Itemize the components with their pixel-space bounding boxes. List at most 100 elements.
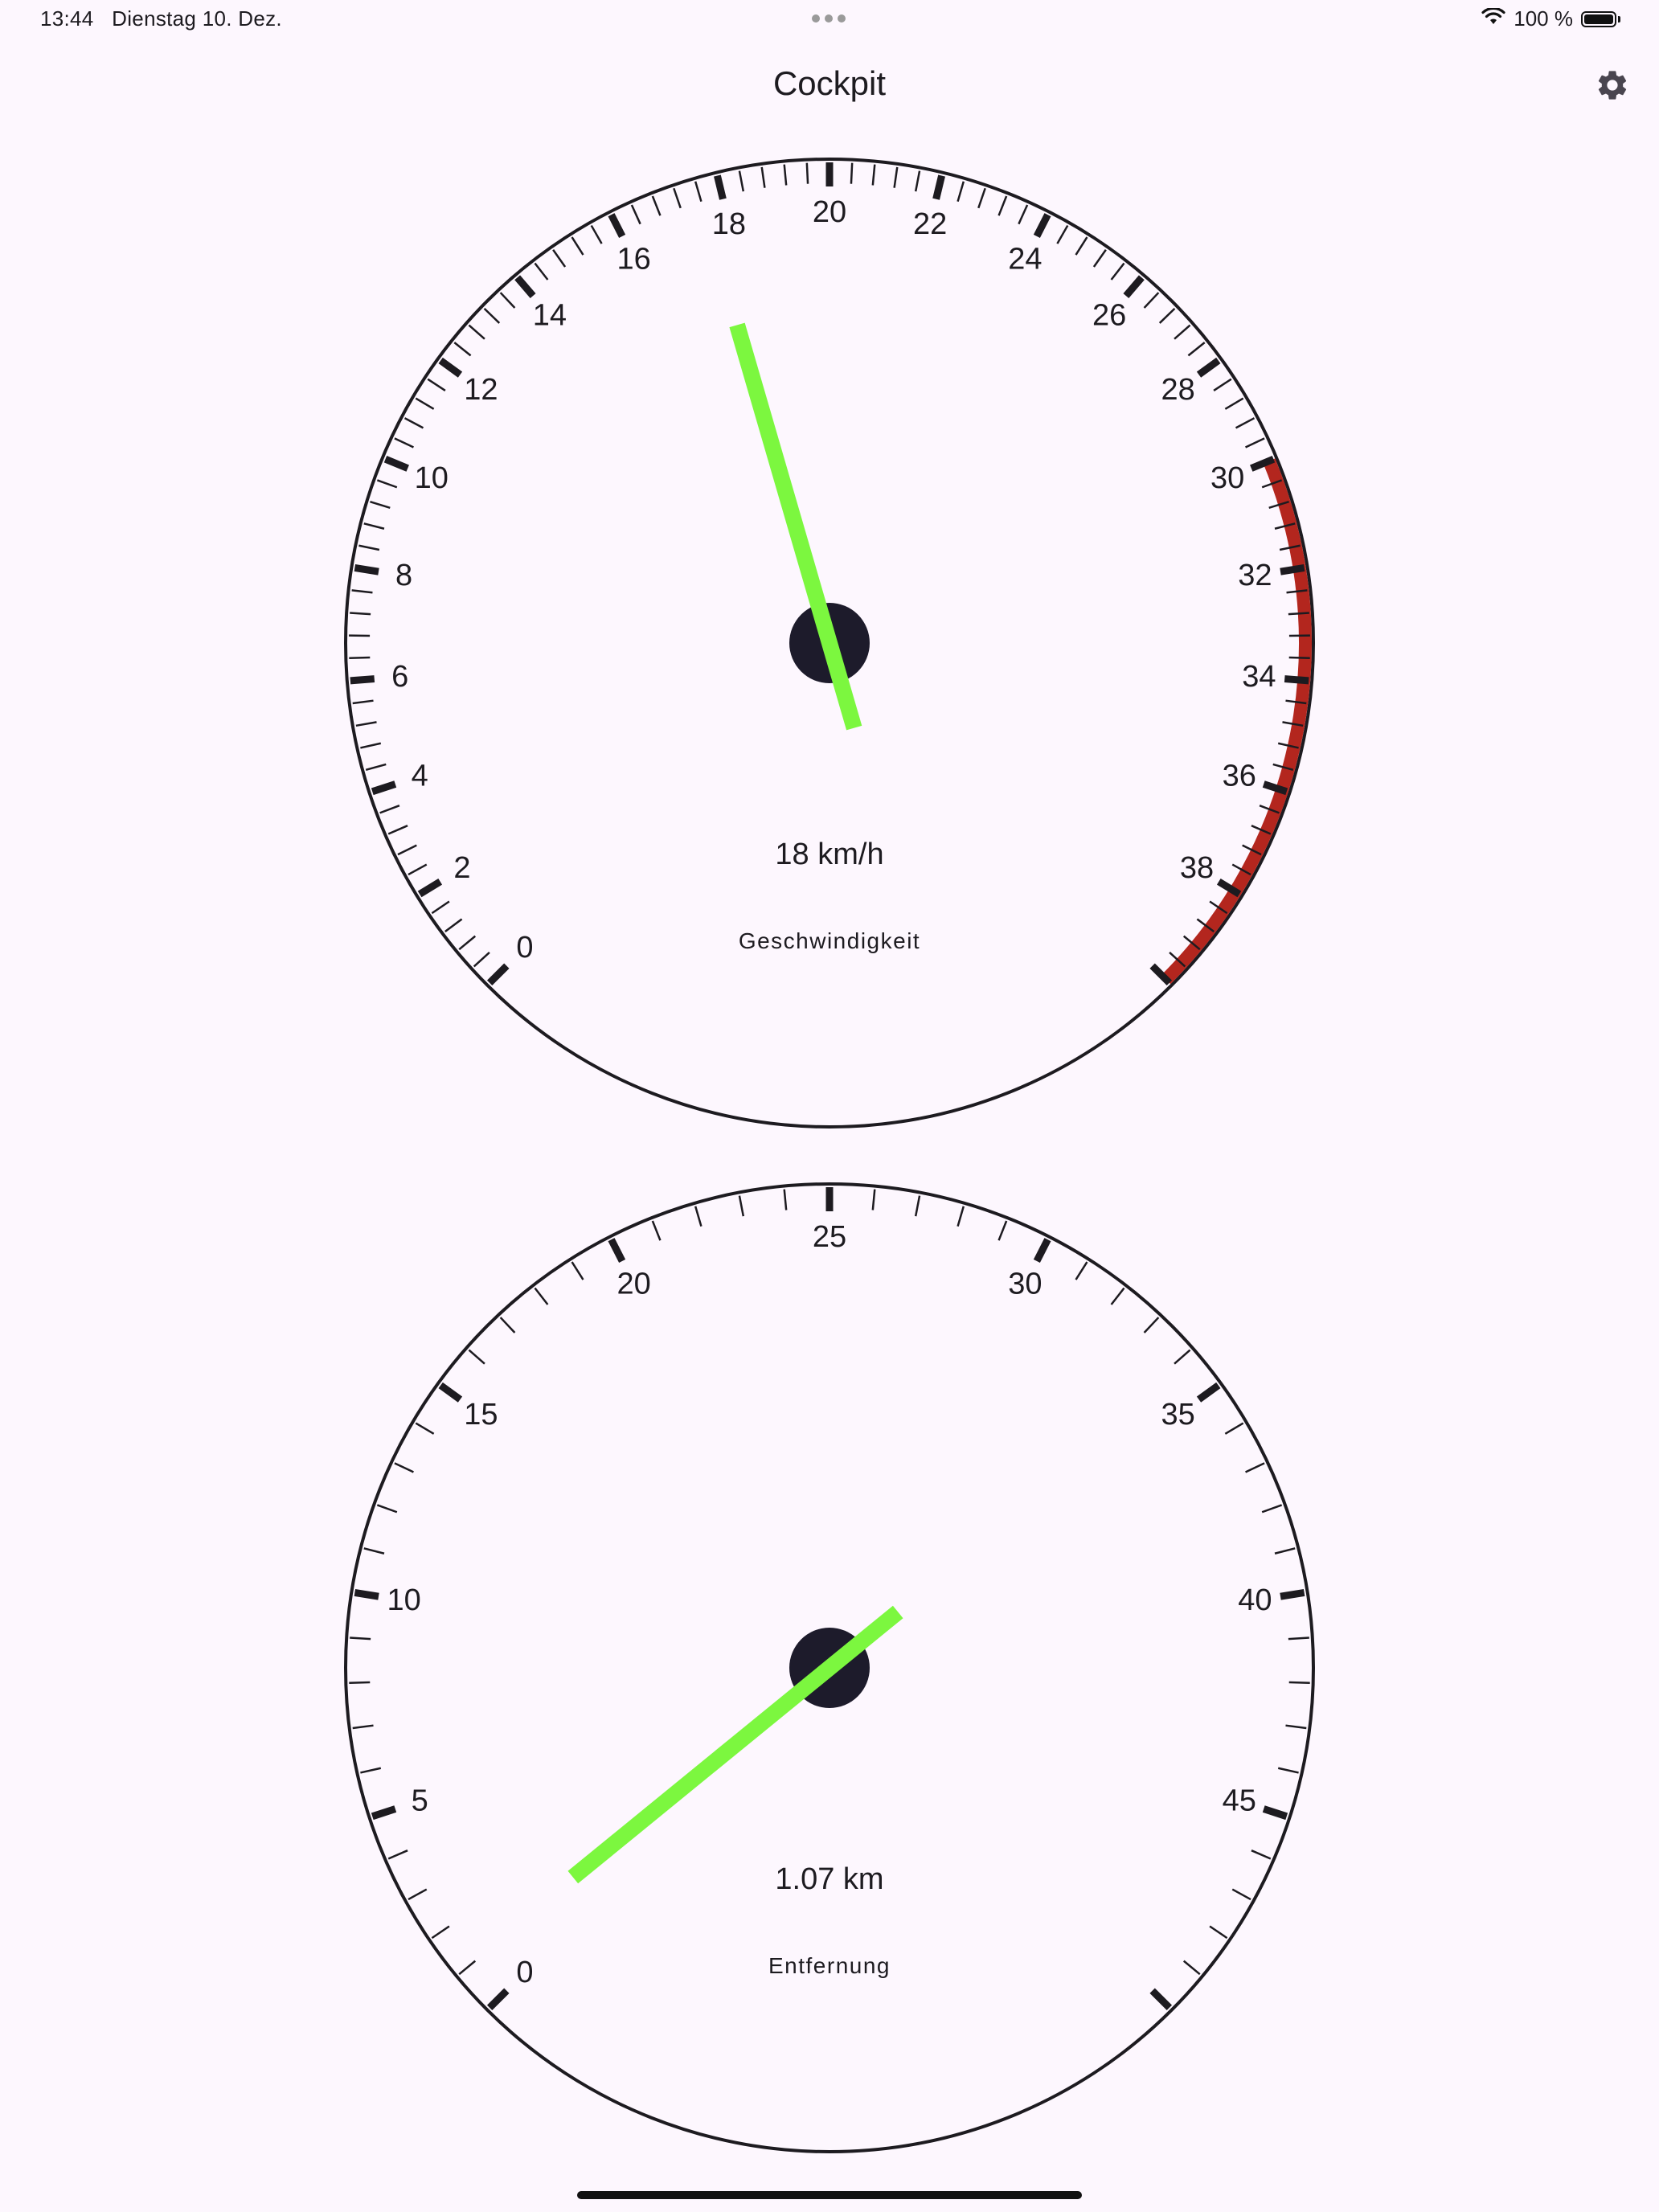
speed-tick-label: 36 [1223,760,1256,793]
speed-minor-tick [1158,307,1176,324]
speed-minor-tick [893,166,899,188]
distance-minor-tick [468,1349,485,1365]
speed-minor-tick [483,307,501,324]
speed-minor-tick [1235,417,1256,429]
speed-minor-tick [760,166,766,188]
distance-needle [567,1605,903,1884]
status-time: 13:44 [40,6,94,31]
distance-minor-tick [651,1220,662,1241]
speed-gauge: 0 2 4 6 8 10 12 14 16 18 20 22 24 26 28 30 32 34 36 38 18 k… [0,145,1659,1141]
speed-major-tick [514,275,536,299]
speed-tick-label: 26 [1092,298,1126,332]
speed-minor-tick [431,900,450,915]
distance-minor-tick [431,1925,450,1940]
speed-minor-tick [394,437,414,449]
distance-minor-tick [1261,1504,1283,1514]
distance-minor-tick [1288,1681,1310,1685]
speed-minor-tick [783,164,788,186]
distance-label: Entfernung [768,1953,891,1978]
distance-minor-tick [1285,1724,1307,1730]
speed-tick-label: 14 [533,298,567,332]
distance-minor-tick [997,1220,1008,1241]
distance-minor-tick [534,1287,549,1305]
speed-minor-tick [805,162,809,184]
distance-minor-tick [352,1724,374,1730]
speed-major-tick [350,675,375,685]
speed-needle [729,322,862,731]
distance-gauge-dial: 051015202530354045 [344,1182,1315,2153]
settings-button[interactable] [1588,63,1636,111]
speed-minor-tick [473,952,490,968]
distance-major-tick [1033,1238,1051,1263]
distance-major-tick [1149,1988,1173,2011]
home-indicator[interactable] [577,2191,1082,2199]
speed-minor-tick [977,187,986,209]
speed-tick-label: 12 [464,373,498,407]
speed-gauge-dial: 024681012141618 20 222426283032343638 [344,158,1315,1129]
distance-gauge: 0 5 10 15 20 25 30 35 40 45 1.07 km Entfernung [0,1169,1659,2166]
distance-minor-tick [1209,1925,1228,1940]
speed-tick-label: 10 [415,461,449,495]
distance-tick-label: 45 [1223,1784,1256,1818]
speed-major-tick [1196,357,1221,378]
speed-minor-tick [1092,249,1107,268]
distance-major-tick [486,1988,510,2011]
speed-major-tick [371,780,397,796]
speed-tick-label: 4 [412,760,428,793]
multitask-dots-icon[interactable] [812,14,846,23]
speed-minor-tick [1213,378,1232,392]
speed-tick-label: 32 [1238,559,1272,592]
distance-minor-tick [1110,1287,1125,1305]
speed-tick-label: 28 [1161,373,1194,407]
speed-minor-tick [387,825,408,835]
distance-tick-label: 10 [387,1583,420,1617]
wifi-icon [1481,6,1505,31]
distance-value: 1.07 km [775,1862,884,1896]
speed-minor-tick [1224,397,1244,410]
distance-minor-tick [499,1317,516,1333]
distance-minor-tick [1274,1547,1296,1555]
distance-major-tick [438,1382,463,1403]
speed-redzone-arc [1161,458,1312,985]
speed-major-tick [1123,275,1145,299]
speed-tick-label: 30 [1210,461,1244,495]
distance-minor-tick [571,1261,584,1280]
speed-minor-tick [694,181,703,203]
distance-minor-tick [350,1636,371,1641]
speed-major-tick [714,174,727,200]
speed-minor-tick [427,378,446,392]
distance-minor-tick [1245,1462,1265,1473]
speed-minor-tick [360,742,382,749]
speed-major-tick [383,455,409,472]
speed-minor-tick [355,721,377,727]
speed-minor-tick [453,342,472,357]
speed-value: 18 km/h [775,838,884,871]
speed-major-tick [354,564,379,576]
distance-minor-tick [1288,1636,1309,1641]
speed-minor-tick [1187,342,1206,357]
speed-major-tick [1033,213,1051,238]
distance-minor-tick [956,1206,965,1227]
speed-tick-label: 18 [712,207,746,241]
speed-minor-tick [468,324,485,340]
distance-minor-tick [1251,1849,1272,1860]
distance-minor-tick [1075,1261,1088,1280]
speed-minor-tick [534,262,549,281]
speed-label: Geschwindigkeit [738,928,921,953]
speed-tick-label: 20 [813,195,846,229]
status-bar: 13:44 Dienstag 10. Dez. 100 % [0,0,1659,40]
distance-tick-label: 20 [617,1267,651,1301]
speed-minor-tick [1245,437,1265,449]
distance-minor-tick [376,1504,398,1514]
distance-major-tick [1262,1805,1288,1821]
speed-minor-tick [552,249,567,268]
speed-minor-tick [673,187,682,209]
battery-percent: 100 % [1514,6,1573,31]
speed-major-tick [932,174,945,200]
distance-minor-tick [1174,1349,1191,1365]
speed-tick-label: 6 [391,660,408,694]
speed-major-tick [608,213,626,238]
distance-minor-tick [387,1849,408,1860]
distance-major-tick [1280,1589,1305,1600]
status-date: Dienstag 10. Dez. [112,6,282,31]
